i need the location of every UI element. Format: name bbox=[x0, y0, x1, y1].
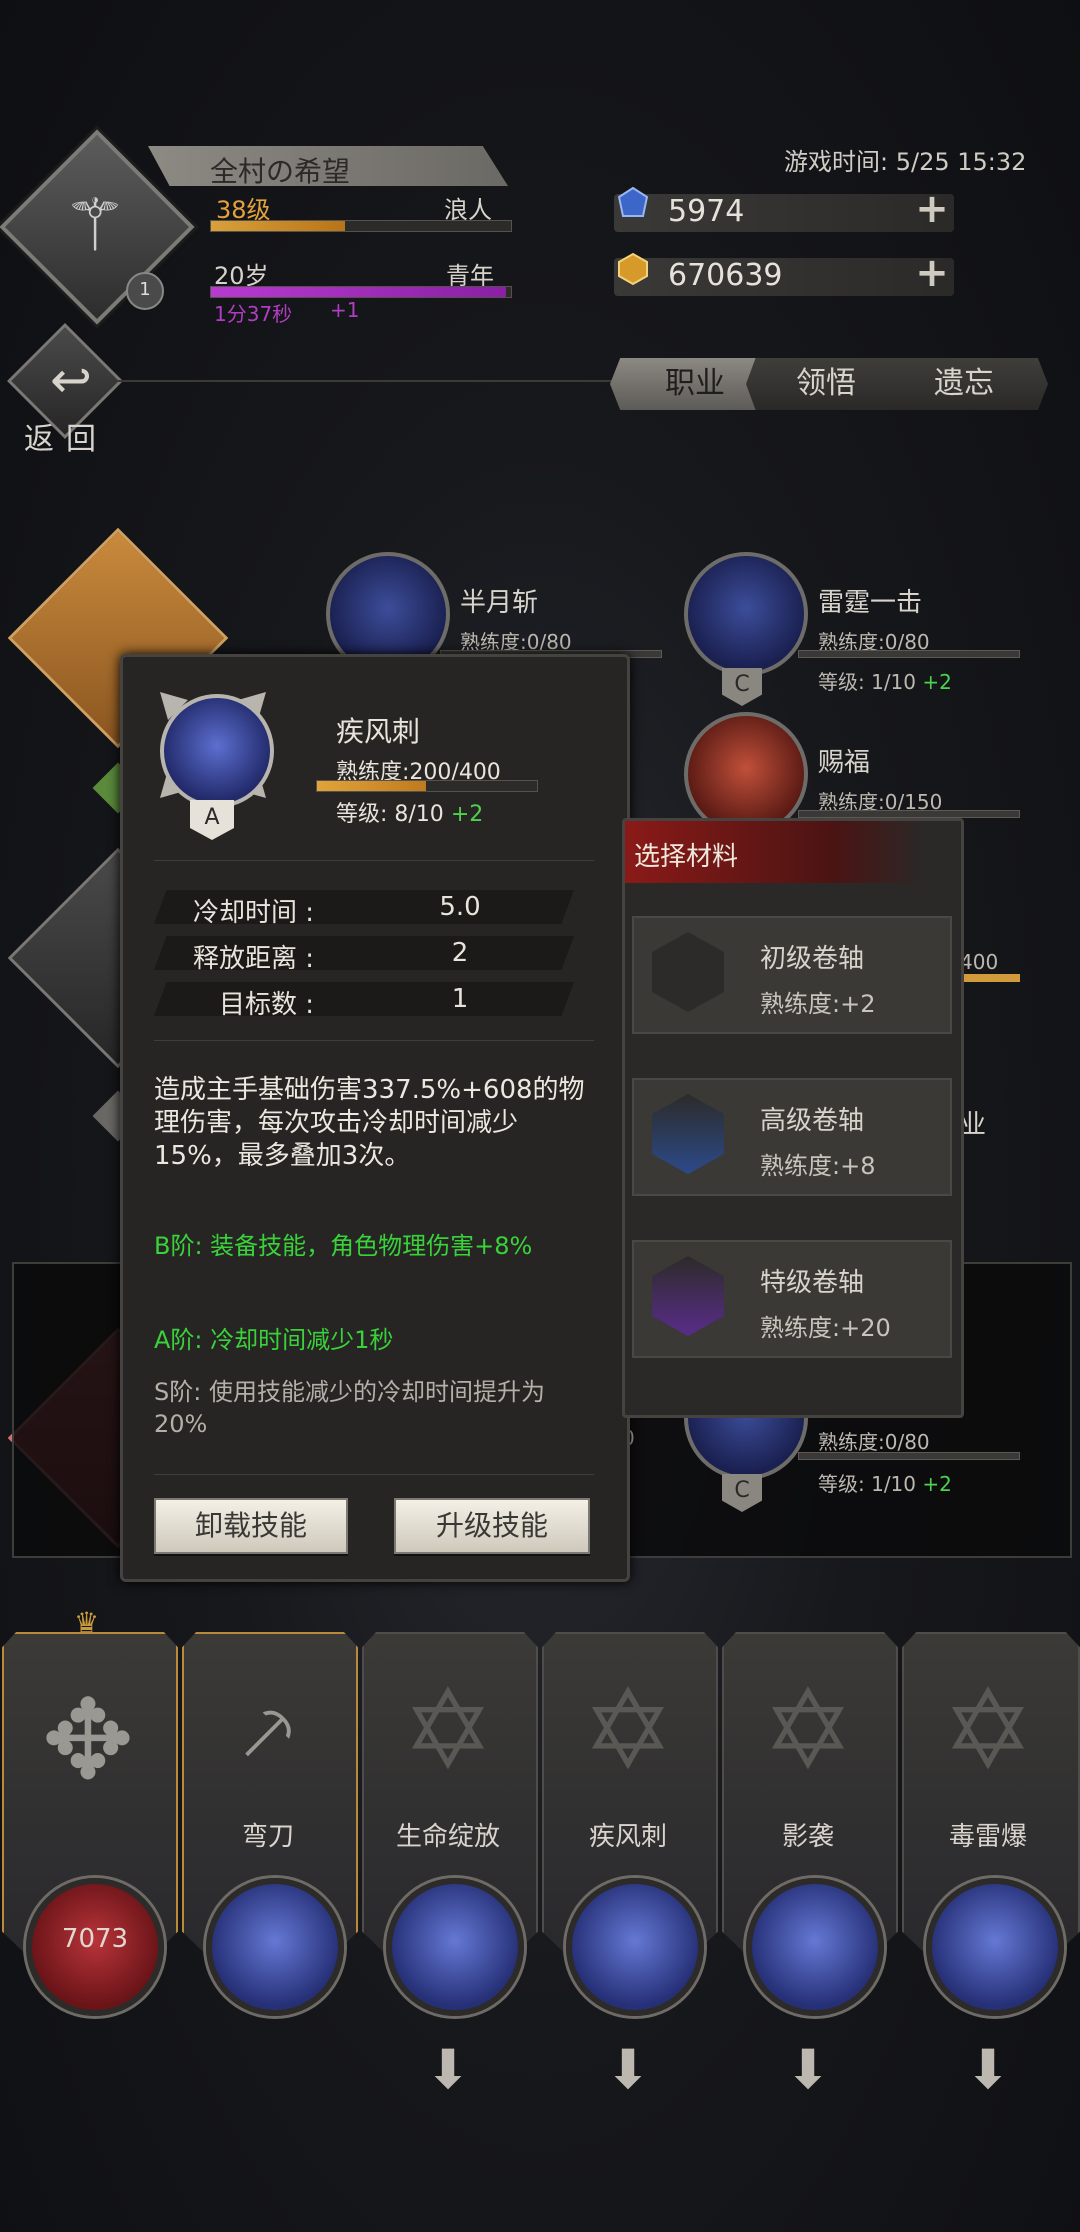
unload-skill-button[interactable]: 卸载技能 bbox=[154, 1498, 348, 1554]
header-divider bbox=[118, 380, 618, 382]
skill-prof-bar-partial bbox=[958, 974, 1020, 982]
stat-value: 2 bbox=[451, 938, 469, 968]
slot-label: 生命绽放 bbox=[395, 1822, 500, 1852]
scimitar-skill-icon[interactable] bbox=[206, 1878, 344, 2016]
hexagram-icon: ✡ bbox=[941, 1666, 1035, 1794]
back-label[interactable]: 返回 bbox=[24, 414, 108, 458]
add-gems-button[interactable]: + bbox=[914, 189, 950, 229]
unequip-arrow-icon[interactable]: ⬇ bbox=[958, 2040, 1018, 2100]
shuriken-icon: ✥ bbox=[41, 1676, 135, 1804]
skill-grade-tag: C bbox=[722, 668, 762, 706]
unequip-arrow-icon[interactable]: ⬇ bbox=[778, 2040, 838, 2100]
scimitar-icon: ⸕ bbox=[234, 1677, 302, 1782]
poison-thunder-icon[interactable] bbox=[926, 1878, 1064, 2016]
age-timer-bonus: +1 bbox=[330, 298, 360, 322]
tier-a-bonus: A阶: 冷却时间减少1秒 bbox=[154, 1326, 394, 1354]
stat-value: 5.0 bbox=[439, 892, 481, 922]
skill-level: 等级: 1/10 +2 bbox=[818, 1472, 952, 1496]
gale-thrust-slot-icon[interactable] bbox=[566, 1878, 704, 2016]
skill-prof: 熟练度:0/80 bbox=[818, 1430, 930, 1454]
age-progress-fill bbox=[211, 287, 506, 297]
material-gain: 熟练度:+8 bbox=[760, 1152, 876, 1180]
tab-forget[interactable]: 遗忘 bbox=[880, 358, 1048, 410]
shadow-strike-icon[interactable] bbox=[746, 1878, 884, 2016]
claw-icon: ⚚ bbox=[62, 183, 128, 267]
tier-s-bonus: S阶: 使用技能减少的冷却时间提升为20% bbox=[154, 1378, 545, 1438]
skill-prof-bar bbox=[798, 810, 1020, 818]
unequip-arrow-icon[interactable]: ⬇ bbox=[598, 2040, 658, 2100]
slot-label: 毒雷爆 bbox=[948, 1822, 1027, 1852]
unequip-arrow-icon[interactable]: ⬇ bbox=[418, 2040, 478, 2100]
gem-currency-pill bbox=[614, 194, 954, 232]
material-name: 特级卷轴 bbox=[760, 1268, 865, 1298]
tier-b-bonus: B阶: 装备技能，角色物理伤害+8% bbox=[154, 1232, 533, 1260]
blue-gem-icon bbox=[617, 186, 649, 217]
skill-level: 等级: 8/10 +2 bbox=[336, 802, 484, 827]
hexagram-icon: ✡ bbox=[581, 1666, 675, 1794]
slot-label: 影袭 bbox=[781, 1822, 834, 1852]
back-arrow-icon: ↩ bbox=[50, 351, 92, 409]
hexagram-icon: ✡ bbox=[761, 1666, 855, 1794]
power-value: 7073 bbox=[61, 1924, 129, 1954]
skill-prof-bar bbox=[798, 650, 1020, 658]
stat-value: 1 bbox=[451, 984, 469, 1014]
skill-level: 等级: 1/10 +2 bbox=[818, 670, 952, 694]
game-time: 游戏时间: 5/25 15:32 bbox=[784, 148, 1027, 176]
skill-name: 半月斩 bbox=[460, 588, 539, 618]
level-progress-fill bbox=[211, 221, 345, 231]
slot-label: 疾风刺 bbox=[588, 1822, 667, 1852]
material-gain: 熟练度:+2 bbox=[760, 990, 876, 1018]
upgrade-skill-button[interactable]: 升级技能 bbox=[394, 1498, 590, 1554]
skill-description: 造成主手基础伤害337.5%+608的物理伤害，每次攻击冷却时间减少15%，最多… bbox=[154, 1075, 585, 1171]
gem-count: 5974 bbox=[668, 194, 745, 229]
hexagram-icon: ✡ bbox=[401, 1666, 495, 1794]
player-name: 全村の希望 bbox=[210, 155, 351, 188]
skill-prof-partial: 400 bbox=[960, 950, 999, 974]
material-name: 高级卷轴 bbox=[760, 1106, 865, 1136]
gold-gem-icon bbox=[618, 252, 648, 286]
divider bbox=[154, 860, 594, 861]
life-bloom-icon[interactable] bbox=[386, 1878, 524, 2016]
skill-name: 赐福 bbox=[818, 748, 871, 778]
divider bbox=[154, 1474, 594, 1475]
skill-title: 疾风刺 bbox=[336, 715, 421, 748]
skill-thunder-strike-icon[interactable] bbox=[684, 552, 808, 676]
slot-label: 弯刀 bbox=[241, 1822, 294, 1852]
gale-thrust-icon bbox=[160, 694, 274, 808]
add-gold-button[interactable]: + bbox=[914, 253, 950, 293]
emblem-badge: 1 bbox=[126, 272, 164, 310]
material-gain: 熟练度:+20 bbox=[760, 1314, 891, 1342]
material-title: 选择材料 bbox=[634, 842, 739, 872]
stat-label: 释放距离 : bbox=[192, 944, 314, 974]
material-name: 初级卷轴 bbox=[760, 944, 865, 974]
age-timer: 1分37秒 bbox=[214, 302, 293, 326]
gold-count: 670639 bbox=[668, 258, 783, 293]
stat-label: 冷却时间 : bbox=[192, 898, 314, 928]
skill-name: 雷霆一击 bbox=[818, 588, 923, 618]
divider bbox=[154, 1040, 594, 1041]
proficiency-fill bbox=[317, 781, 426, 791]
gold-currency-pill bbox=[614, 258, 954, 296]
stat-label: 目标数 : bbox=[218, 990, 314, 1020]
skill-prof-bar bbox=[798, 1452, 1020, 1460]
